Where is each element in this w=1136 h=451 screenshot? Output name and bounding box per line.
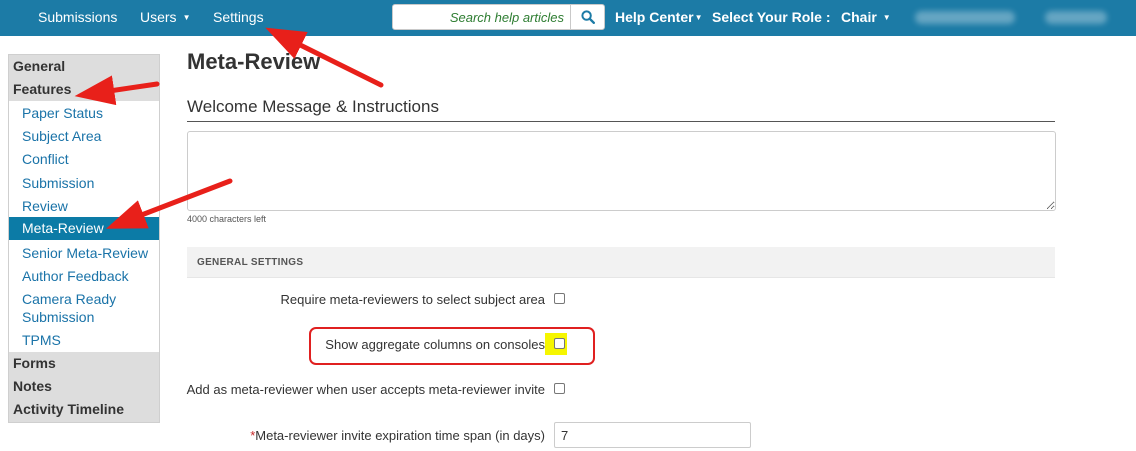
caret-down-icon: ▼: [882, 13, 891, 22]
heading-divider: [187, 121, 1055, 122]
nav-users-label: Users: [140, 9, 177, 25]
annotation-highlight-box: [309, 327, 595, 365]
general-settings-title: GENERAL SETTINGS: [197, 257, 304, 268]
select-role-label: Select Your Role :: [712, 9, 831, 25]
search-icon: [581, 10, 595, 24]
sidebar-item-author-feedback[interactable]: Author Feedback: [9, 267, 159, 285]
sidebar-item-subject-area[interactable]: Subject Area: [9, 127, 159, 145]
user-menu-blurred[interactable]: [1045, 11, 1107, 24]
page-title: Meta-Review: [187, 49, 321, 74]
sidebar-section-activity-timeline[interactable]: Activity Timeline: [9, 398, 159, 422]
settings-sidebar: General Features Paper Status Subject Ar…: [8, 54, 160, 423]
user-name-blurred[interactable]: [915, 11, 1015, 24]
require-subject-area-checkbox[interactable]: [554, 293, 565, 304]
nav-help-center-label: Help Center: [615, 9, 694, 25]
sidebar-item-meta-review[interactable]: Meta-Review: [9, 217, 159, 240]
sidebar-item-senior-meta-review[interactable]: Senior Meta-Review: [9, 244, 159, 262]
setting-label-require-subject-area: Require meta-reviewers to select subject…: [280, 292, 545, 307]
welcome-message-textarea[interactable]: [187, 131, 1056, 211]
chars-left-counter: 4000 characters left: [187, 214, 267, 224]
add-meta-reviewer-checkbox[interactable]: [554, 383, 565, 394]
annotation-arrows: [74, 27, 384, 229]
sidebar-section-notes[interactable]: Notes: [9, 375, 159, 398]
nav-users[interactable]: Users ▼: [140, 0, 190, 36]
sidebar-item-paper-status[interactable]: Paper Status: [9, 104, 159, 122]
sidebar-item-label: Camera Ready: [22, 291, 117, 307]
sidebar-item-review[interactable]: Review: [9, 197, 159, 215]
sidebar-item-conflict[interactable]: Conflict: [9, 150, 159, 168]
nav-submissions[interactable]: Submissions: [38, 0, 117, 36]
welcome-heading: Welcome Message & Instructions: [187, 97, 439, 116]
nav-settings[interactable]: Settings: [213, 0, 264, 36]
sidebar-item-label: Submission: [22, 309, 95, 325]
role-value: Chair: [841, 9, 877, 25]
nav-help-center[interactable]: Help Center▼: [615, 0, 703, 36]
sidebar-section-forms[interactable]: Forms: [9, 352, 159, 375]
invite-expiration-label: Meta-reviewer invite expiration time spa…: [255, 428, 545, 443]
setting-label-add-meta-reviewer: Add as meta-reviewer when user accepts m…: [186, 382, 545, 397]
setting-label-invite-expiration: *Meta-reviewer invite expiration time sp…: [250, 428, 545, 443]
sidebar-section-features[interactable]: Features: [9, 78, 159, 101]
invite-expiration-input[interactable]: [554, 422, 751, 448]
general-settings-header: GENERAL SETTINGS: [187, 247, 1055, 278]
sidebar-item-tpms[interactable]: TPMS: [9, 331, 159, 349]
sidebar-section-general[interactable]: General: [9, 55, 159, 78]
caret-down-icon: ▼: [182, 13, 191, 22]
help-search: [392, 4, 605, 30]
search-input[interactable]: [393, 5, 570, 29]
sidebar-item-camera-ready-submission[interactable]: Camera Ready Submission: [9, 290, 159, 326]
search-button[interactable]: [570, 5, 604, 29]
role-dropdown[interactable]: Chair ▼: [841, 0, 891, 36]
sidebar-item-submission[interactable]: Submission: [9, 174, 159, 192]
caret-down-icon: ▼: [694, 13, 703, 22]
top-navbar: Submissions Users▼ Settings Help Center▼…: [0, 0, 1136, 36]
